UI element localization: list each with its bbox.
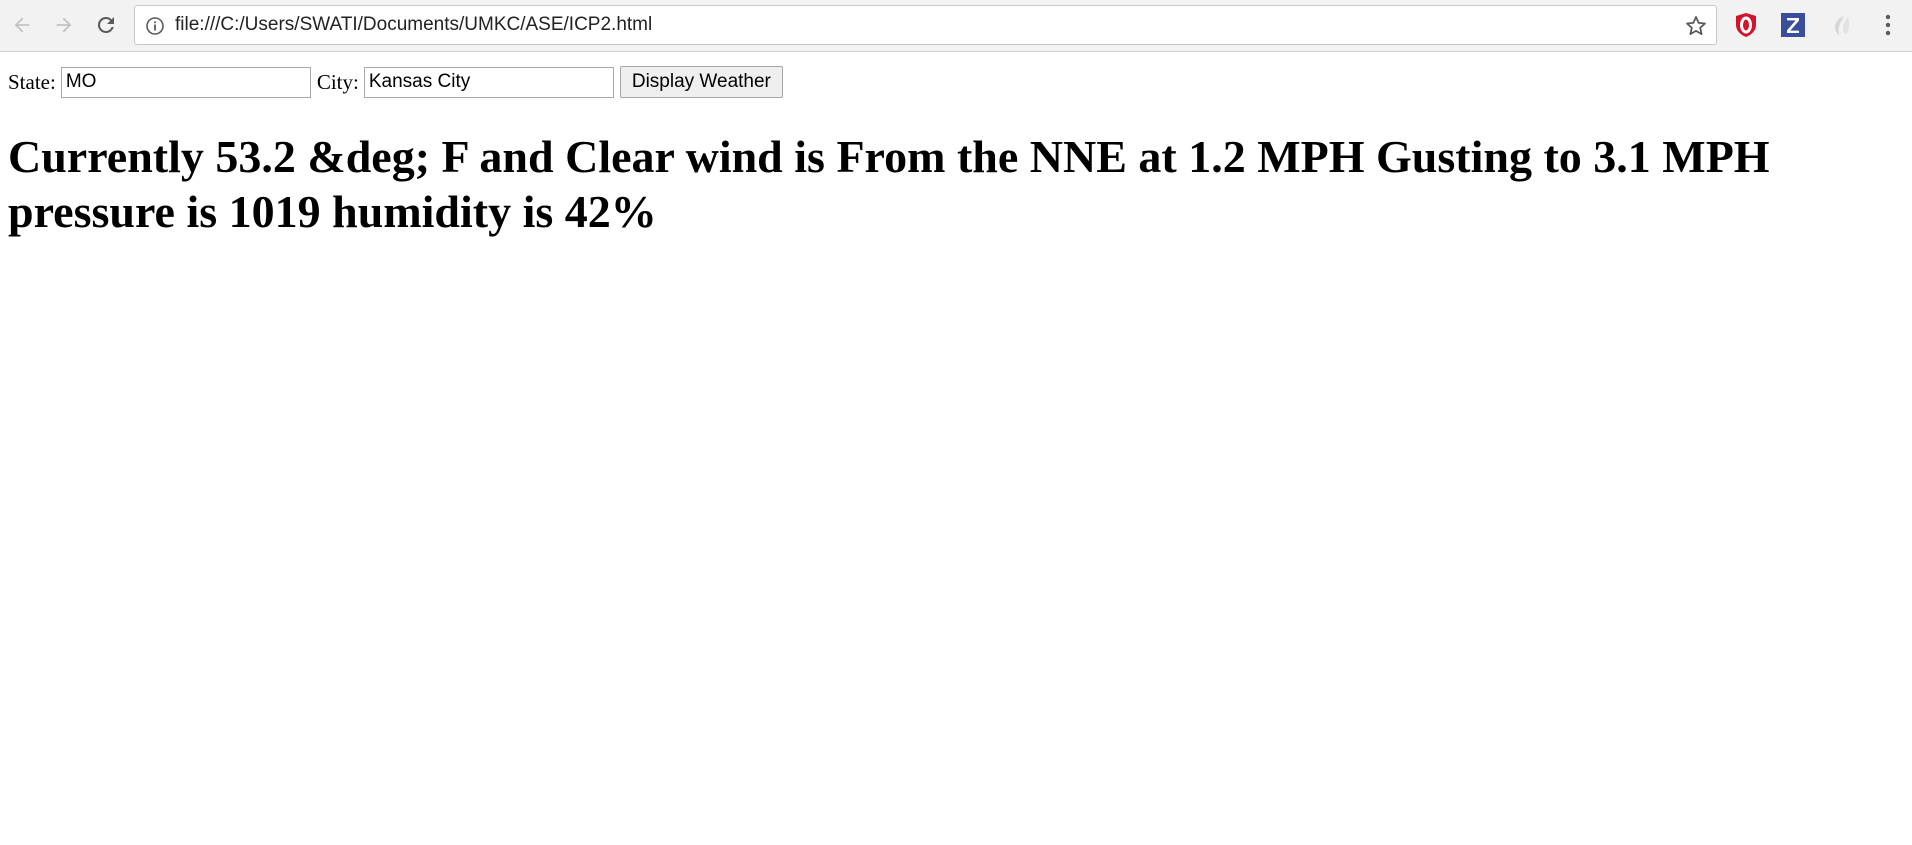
ghost-extension-icon[interactable] [1828,12,1854,38]
browser-toolbar: file:///C:/Users/SWATI/Documents/UMKC/AS… [0,0,1912,52]
reload-icon [97,16,114,33]
arrow-right-icon [56,17,72,33]
kebab-menu-icon[interactable] [1876,12,1900,38]
weather-result-heading: Currently 53.2 &deg; F and Clear wind is… [8,131,1770,237]
star-icon[interactable] [1684,14,1708,38]
url-text[interactable]: file:///C:/Users/SWATI/Documents/UMKC/AS… [175,6,652,44]
forward-button[interactable] [48,9,80,41]
weather-form: State: City: Display Weather [8,66,783,98]
reload-button[interactable] [90,9,122,41]
back-button[interactable] [6,9,38,41]
city-input[interactable] [363,66,614,98]
address-bar[interactable]: file:///C:/Users/SWATI/Documents/UMKC/AS… [134,5,1717,45]
zotero-icon[interactable] [1780,12,1806,38]
state-input[interactable] [60,66,311,98]
info-icon[interactable] [145,16,165,36]
opera-adblock-icon[interactable] [1733,12,1759,38]
display-weather-button[interactable]: Display Weather [619,66,783,98]
page-content: State: City: Display Weather Currently 5… [0,53,1912,845]
city-label: City: [316,69,359,94]
state-label: State: [8,69,56,94]
arrow-left-icon [14,17,30,33]
